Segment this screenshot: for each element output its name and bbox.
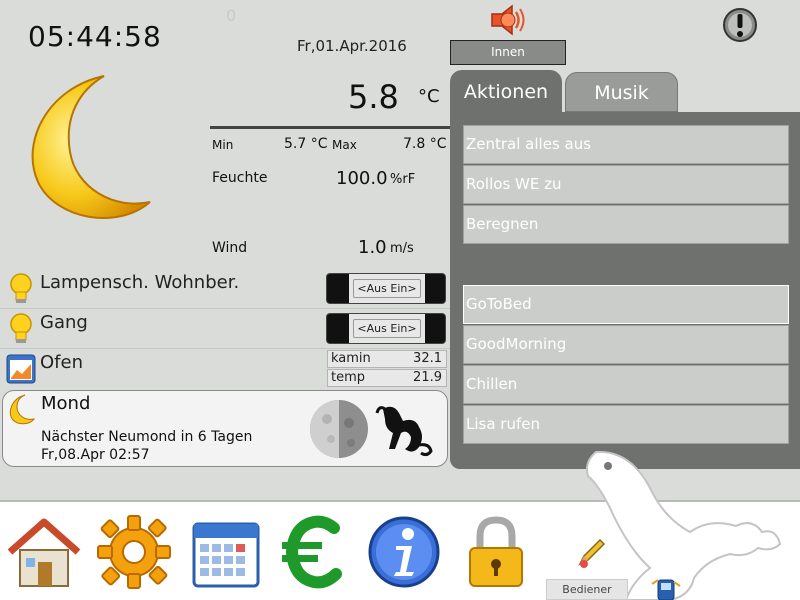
crescent-moon-icon bbox=[31, 75, 151, 220]
min-label: Min bbox=[212, 138, 234, 152]
divider bbox=[210, 126, 450, 129]
user-button[interactable]: Bediener bbox=[546, 579, 628, 600]
small-crescent-icon bbox=[9, 394, 35, 425]
sensor-kamin: kamin 32.1 bbox=[327, 350, 447, 368]
info-icon[interactable] bbox=[364, 512, 444, 592]
lock-icon[interactable] bbox=[456, 512, 536, 592]
exclamation-icon[interactable] bbox=[722, 7, 758, 43]
toggle-label: <Aus Ein> bbox=[353, 279, 421, 298]
sensor-temp: temp 21.9 bbox=[327, 369, 447, 387]
clock: 05:44:58 bbox=[28, 20, 162, 53]
action-shutters-close[interactable]: Rollos WE zu bbox=[463, 165, 789, 204]
mobile-phone-icon[interactable] bbox=[650, 574, 686, 600]
moon-phase-icon bbox=[310, 400, 368, 458]
moon-title: Mond bbox=[41, 393, 91, 414]
wind-unit: m/s bbox=[390, 241, 414, 256]
pencil-icon[interactable] bbox=[574, 536, 608, 570]
action-call-lisa[interactable]: Lisa rufen bbox=[463, 405, 789, 444]
action-good-morning[interactable]: GoodMorning bbox=[463, 325, 789, 364]
lightbulb-icon bbox=[10, 273, 32, 303]
device-label-oven: Ofen bbox=[40, 352, 83, 373]
date: Fr,01.Apr.2016 bbox=[297, 37, 407, 55]
divider bbox=[0, 308, 450, 309]
gear-icon[interactable] bbox=[94, 512, 174, 592]
sensor-name: kamin bbox=[331, 351, 371, 366]
temperature-value: 5.8 bbox=[348, 78, 399, 116]
lightbulb-icon bbox=[10, 313, 32, 343]
sensor-name: temp bbox=[331, 370, 366, 385]
divider bbox=[0, 348, 450, 349]
device-label-lamp-living: Lampensch. Wohnber. bbox=[40, 272, 240, 293]
humidity-label: Feuchte bbox=[212, 170, 268, 186]
wind-label: Wind bbox=[212, 240, 248, 256]
action-chill[interactable]: Chillen bbox=[463, 365, 789, 404]
action-irrigate[interactable]: Beregnen bbox=[463, 205, 789, 244]
action-go-to-bed[interactable]: GoToBed bbox=[463, 285, 789, 324]
sensor-value: 32.1 bbox=[413, 351, 442, 366]
temperature-unit: °C bbox=[418, 86, 440, 107]
humidity-value: 100.0 bbox=[336, 168, 388, 189]
max-label: Max bbox=[332, 138, 357, 152]
min-value: 5.7 °C bbox=[284, 136, 328, 152]
hallway-toggle[interactable]: <Aus Ein> bbox=[326, 313, 446, 344]
location-button[interactable]: Innen bbox=[450, 40, 566, 65]
euro-icon[interactable] bbox=[276, 512, 356, 592]
actions-panel: Zentral alles aus Rollos WE zu Beregnen … bbox=[450, 112, 800, 469]
max-value: 7.8 °C bbox=[403, 136, 447, 152]
device-label-hallway: Gang bbox=[40, 312, 88, 333]
sensor-value: 21.9 bbox=[413, 370, 442, 385]
next-new-moon-date: Fr,08.Apr 02:57 bbox=[41, 447, 150, 463]
action-central-off[interactable]: Zentral alles aus bbox=[463, 125, 789, 164]
calendar-icon[interactable] bbox=[186, 512, 266, 592]
humidity-unit: %rF bbox=[390, 172, 416, 187]
hidden-counter: 0 bbox=[226, 6, 237, 25]
tab-actions[interactable]: Aktionen bbox=[450, 70, 562, 114]
chart-window-icon bbox=[6, 354, 36, 384]
capricorn-sign-icon bbox=[375, 406, 433, 457]
moon-panel: Mond Nächster Neumond in 6 Tagen Fr,08.A… bbox=[2, 390, 448, 467]
tab-music[interactable]: Musik bbox=[565, 72, 678, 112]
toggle-label: <Aus Ein> bbox=[353, 319, 421, 338]
lamp-living-toggle[interactable]: <Aus Ein> bbox=[326, 273, 446, 304]
speaker-alarm-icon[interactable] bbox=[486, 2, 528, 40]
home-icon[interactable] bbox=[4, 512, 84, 592]
next-new-moon: Nächster Neumond in 6 Tagen bbox=[41, 429, 253, 445]
wind-value: 1.0 bbox=[358, 237, 387, 258]
